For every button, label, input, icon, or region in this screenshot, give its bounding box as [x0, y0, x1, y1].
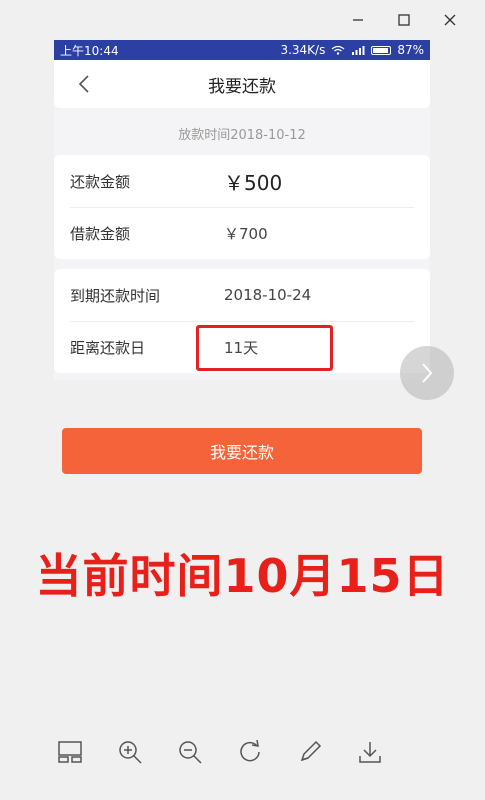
back-button[interactable] [72, 72, 96, 96]
viewer-toolbar [40, 732, 400, 772]
due-card: 到期还款时间 2018-10-24 距离还款日 11天 [54, 269, 430, 373]
highlight-annotation-box [196, 325, 333, 371]
days-remaining-row: 距离还款日 11天 [54, 321, 430, 373]
status-time: 上午10:44 [60, 43, 119, 58]
status-bar: 上午10:44 3.34K/s 87% [54, 40, 430, 60]
page-title: 我要还款 [208, 76, 276, 97]
zoom-out-button[interactable] [160, 732, 220, 772]
rotate-icon [240, 739, 260, 762]
repay-amount-label: 还款金额 [70, 172, 131, 191]
close-button[interactable] [427, 6, 473, 34]
borrow-amount-row: 借款金额 ￥700 [54, 207, 430, 259]
borrow-amount-value: ￥700 [224, 224, 268, 243]
repay-button[interactable]: 我要还款 [62, 428, 422, 474]
minimize-button[interactable] [335, 6, 381, 34]
signal-icon [352, 46, 365, 55]
battery-level: 87% [397, 43, 424, 57]
zoom-in-icon [119, 741, 142, 764]
rotate-button[interactable] [220, 732, 280, 772]
wifi-icon [331, 45, 345, 55]
due-date-value: 2018-10-24 [224, 286, 312, 304]
annotation-text: 当前时间10月15日 [35, 549, 450, 603]
window-controls [335, 6, 473, 34]
minimize-icon [353, 19, 363, 21]
borrow-amount-label: 借款金额 [70, 224, 131, 243]
battery-icon [371, 45, 392, 55]
edit-button[interactable] [280, 732, 340, 772]
phone-screen: 上午10:44 3.34K/s 87% 我要还款 放款时间2018-10-12 … [54, 40, 430, 380]
window-layout-icon [58, 741, 82, 763]
due-date-label: 到期还款时间 [70, 286, 161, 305]
chevron-right-icon [422, 363, 433, 383]
close-icon [444, 14, 456, 26]
chevron-left-icon [78, 75, 89, 93]
zoom-in-button[interactable] [100, 732, 160, 772]
maximize-button[interactable] [381, 6, 427, 34]
network-speed: 3.34K/s [280, 43, 326, 57]
repay-amount-row: 还款金额 ￥500 [54, 155, 430, 207]
due-date-row: 到期还款时间 2018-10-24 [54, 269, 430, 321]
download-icon [359, 742, 381, 763]
zoom-out-icon [179, 741, 202, 764]
maximize-icon [398, 14, 410, 26]
download-button[interactable] [340, 732, 400, 772]
edit-icon [300, 740, 322, 762]
app-bar: 我要还款 [54, 60, 430, 108]
loan-date: 放款时间2018-10-12 [178, 128, 306, 143]
repay-amount-value: ￥500 [224, 170, 283, 195]
layout-button[interactable] [40, 732, 100, 772]
amount-card: 还款金额 ￥500 借款金额 ￥700 [54, 155, 430, 259]
next-image-button[interactable] [400, 346, 454, 400]
